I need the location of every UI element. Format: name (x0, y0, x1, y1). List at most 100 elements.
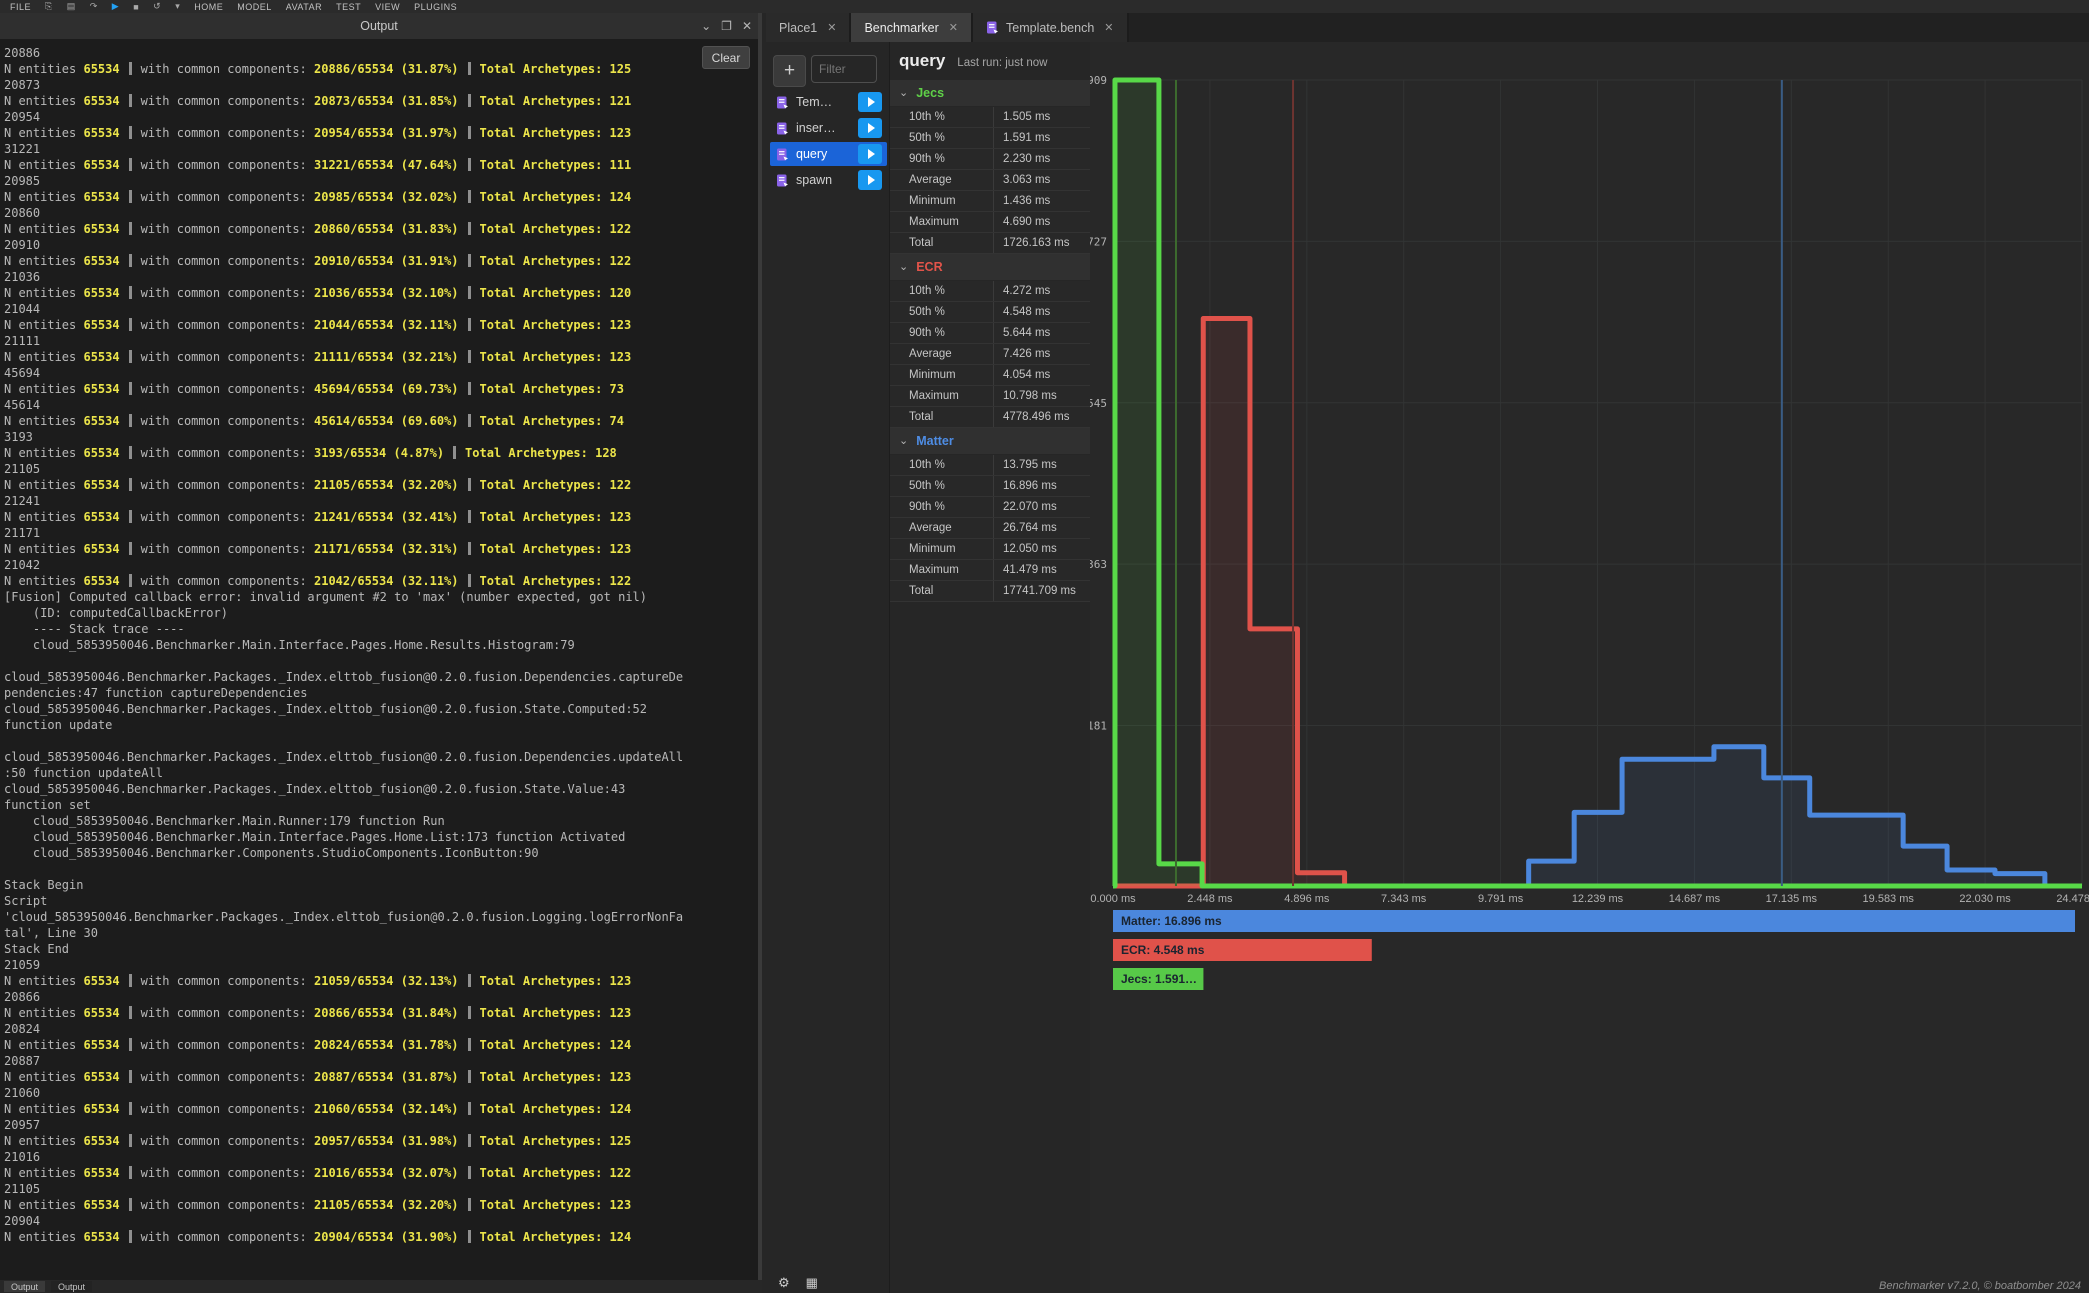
console-line: N entities 65534with common components: … (4, 317, 758, 333)
x-axis-tick-label: 24.478 ms (2056, 893, 2089, 905)
console-line: N entities 65534with common components: … (4, 285, 758, 301)
benchmark-item-label: inser… (796, 121, 836, 135)
run-benchmark-button[interactable] (858, 118, 882, 138)
menu-item-test[interactable]: TEST (336, 2, 361, 12)
stat-label: Average (890, 518, 994, 538)
stat-value: 4.690 ms (994, 212, 1090, 232)
separator-bar (468, 190, 471, 203)
menu-item-plugins[interactable]: PLUGINS (414, 2, 457, 12)
stat-value: 13.795 ms (994, 455, 1090, 475)
section-header-ecr[interactable]: ⌄ECR (890, 254, 1090, 281)
section-header-jecs[interactable]: ⌄Jecs (890, 80, 1090, 107)
play-icon (868, 123, 875, 133)
stat-label: 10th % (890, 455, 994, 475)
menu-item-model[interactable]: MODEL (237, 2, 272, 12)
section-name: Jecs (916, 86, 944, 100)
y-axis-tick-label: 545 (1090, 397, 1107, 410)
tab-close-icon[interactable]: ✕ (1104, 21, 1113, 34)
separator-bar (468, 382, 471, 395)
chevron-down-icon: ⌄ (899, 434, 908, 447)
legend-bar-matter (1113, 910, 2075, 932)
console-line: tal', Line 30 (4, 925, 758, 941)
separator-bar (468, 1166, 471, 1179)
separator-bar (129, 1166, 132, 1179)
stat-row: 10th %1.505 ms (890, 107, 1090, 128)
run-benchmark-button[interactable] (858, 144, 882, 164)
console-line: N entities 65534with common components: … (4, 1197, 758, 1213)
output-header: Output ⌄ ❐ ✕ (0, 13, 758, 39)
benchmark-list-panel: + Tem… inser… query spawn ⚙ ▦ (766, 42, 890, 1293)
console-line: cloud_5853950046.Benchmarker.Main.Interf… (4, 637, 758, 653)
section-header-matter[interactable]: ⌄Matter (890, 428, 1090, 455)
tab-template-bench[interactable]: Template.bench✕ (973, 13, 1128, 42)
separator-bar (468, 158, 471, 171)
bottom-dock-tab[interactable]: Output (4, 1281, 45, 1292)
stat-label: 50th % (890, 128, 994, 148)
add-benchmark-button[interactable]: + (773, 55, 806, 87)
save-icon[interactable]: ▤ (67, 1, 76, 12)
console-line: 20954 (4, 109, 758, 125)
separator-bar (468, 1006, 471, 1019)
stat-row: 50th %1.591 ms (890, 128, 1090, 149)
benchmark-item-spawn[interactable]: spawn (770, 168, 887, 192)
benchmark-item-label: query (796, 147, 827, 161)
results-title: query (899, 51, 945, 71)
stat-label: Minimum (890, 191, 994, 211)
menu-item-view[interactable]: VIEW (375, 2, 400, 12)
stat-label: 10th % (890, 281, 994, 301)
play-icon[interactable]: ▶ (112, 1, 119, 12)
separator-bar (129, 350, 132, 363)
menu-item-avatar[interactable]: AVATAR (286, 2, 322, 12)
output-window: Output ⌄ ❐ ✕ Clear 20886N entities 65534… (0, 13, 762, 1280)
bottom-dock-tab[interactable]: Output (51, 1281, 92, 1292)
log-icon[interactable]: ▦ (806, 1275, 818, 1291)
separator-bar (129, 1198, 132, 1211)
run-benchmark-button[interactable] (858, 170, 882, 190)
x-axis-tick-label: 0.000 ms (1090, 893, 1136, 905)
benchmark-item-query[interactable]: query (770, 142, 887, 166)
benchmark-item-tem[interactable]: Tem… (770, 90, 887, 114)
stop-icon[interactable]: ■ (133, 2, 139, 12)
chevron-down-icon[interactable]: ⌄ (701, 19, 711, 33)
tab-benchmarker[interactable]: Benchmarker✕ (851, 13, 973, 42)
close-icon[interactable]: ✕ (742, 19, 752, 33)
stat-label: 90th % (890, 323, 994, 343)
separator-bar (129, 574, 132, 587)
console-line: N entities 65534with common components: … (4, 349, 758, 365)
console-line: 21044 (4, 301, 758, 317)
separator-bar (468, 414, 471, 427)
run-benchmark-button[interactable] (858, 92, 882, 112)
menu-item-file[interactable]: FILE (10, 2, 31, 12)
stat-row: 50th %4.548 ms (890, 302, 1090, 323)
console-line: N entities 65534with common components: … (4, 93, 758, 109)
separator-bar (129, 318, 132, 331)
tab-close-icon[interactable]: ✕ (827, 21, 836, 34)
separator-bar (129, 1102, 132, 1115)
output-console[interactable]: 20886N entities 65534with common compone… (0, 39, 758, 1280)
script-icon (986, 21, 999, 34)
dropdown-caret-icon[interactable]: ▾ (175, 1, 180, 12)
gear-icon[interactable]: ⚙ (778, 1275, 790, 1291)
tab-place1[interactable]: Place1✕ (766, 13, 851, 42)
filter-input[interactable] (811, 55, 877, 83)
separator-bar (129, 1134, 132, 1147)
menu-item-home[interactable]: HOME (194, 2, 223, 12)
clipboard-icon[interactable]: ⎘ (45, 1, 53, 12)
stat-label: 90th % (890, 149, 994, 169)
tab-close-icon[interactable]: ✕ (949, 21, 958, 34)
separator-bar (129, 382, 132, 395)
separator-bar (453, 446, 456, 459)
undo-icon[interactable]: ↺ (153, 1, 161, 12)
separator-bar (468, 94, 471, 107)
separator-bar (468, 510, 471, 523)
benchmark-item-inser[interactable]: inser… (770, 116, 887, 140)
stat-row: 90th %5.644 ms (890, 323, 1090, 344)
stat-label: Maximum (890, 386, 994, 406)
stat-label: Total (890, 407, 994, 427)
y-axis-tick-label: 363 (1090, 558, 1107, 571)
stat-value: 3.063 ms (994, 170, 1090, 190)
redo-icon[interactable]: ↷ (90, 1, 98, 12)
console-line: 45694 (4, 365, 758, 381)
restore-window-icon[interactable]: ❐ (721, 19, 732, 33)
stat-label: Total (890, 233, 994, 253)
